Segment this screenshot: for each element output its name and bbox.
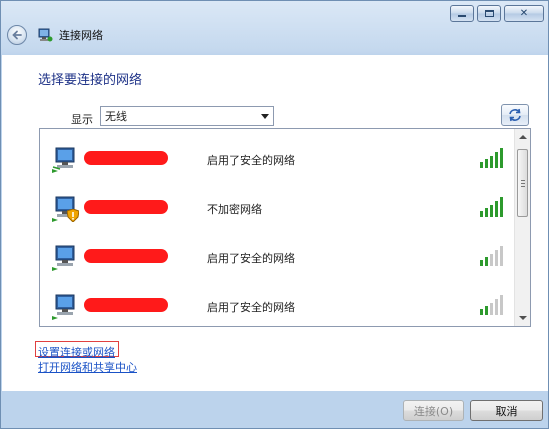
show-label: 显示 (71, 113, 93, 126)
cancel-button[interactable]: 取消 (470, 400, 543, 421)
network-security-status: 启用了安全的网络 (207, 252, 295, 265)
back-arrow-icon (12, 30, 22, 40)
page-heading: 选择要连接的网络 (38, 73, 143, 88)
network-name (84, 200, 168, 214)
maximize-button[interactable] (477, 5, 501, 22)
list-scrollbar[interactable] (514, 129, 530, 326)
setup-connection-link[interactable]: 设置连接或网络 (38, 344, 115, 360)
network-security-status: 启用了安全的网络 (207, 154, 295, 167)
navigation-row: 连接网络 (7, 25, 103, 45)
close-icon: ✕ (519, 8, 529, 19)
signal-strength-icon (480, 246, 503, 266)
connect-button[interactable]: 连接(O) (403, 400, 464, 421)
wireless-computer-icon (52, 294, 75, 320)
grip-line (521, 186, 525, 187)
network-security-status: 启用了安全的网络 (207, 301, 295, 314)
network-list: 启用了安全的网络 不加密网络 启用了安全的网络 启用了安全的网络 (39, 128, 531, 327)
network-type-value: 无线 (105, 110, 127, 123)
refresh-button[interactable] (501, 104, 529, 126)
maximize-icon (484, 10, 494, 17)
chevron-down-icon (261, 114, 269, 119)
scroll-down-icon[interactable] (519, 316, 527, 320)
network-name (84, 151, 168, 165)
connect-network-window: ✕ 连接网络 选择要连接的网络 显示 无线 启用了安全的网络 不加密网络 启用了… (0, 0, 549, 429)
network-row[interactable]: 启用了安全的网络 (40, 283, 515, 326)
network-name (84, 298, 168, 312)
network-row[interactable]: 不加密网络 (40, 185, 515, 235)
caption-buttons: ✕ (450, 5, 544, 22)
network-name (84, 249, 168, 263)
grip-line (521, 183, 525, 184)
content-panel: 选择要连接的网络 显示 无线 启用了安全的网络 不加密网络 启用了安全的网络 启… (2, 55, 548, 391)
scroll-up-icon[interactable] (519, 135, 527, 139)
minimize-icon (458, 15, 466, 17)
refresh-icon (509, 108, 521, 122)
signal-strength-icon (480, 295, 503, 315)
back-button[interactable] (7, 25, 27, 45)
wireless-computer-icon (52, 147, 75, 173)
scroll-thumb[interactable] (517, 149, 528, 217)
network-row[interactable]: 启用了安全的网络 (40, 136, 515, 186)
close-button[interactable]: ✕ (504, 5, 544, 22)
signal-strength-icon (480, 148, 503, 168)
grip-line (521, 180, 525, 181)
window-title: 连接网络 (59, 29, 103, 42)
shield-warning-icon (67, 209, 79, 222)
network-type-select[interactable]: 无线 (100, 106, 274, 126)
minimize-button[interactable] (450, 5, 474, 22)
network-sharing-center-link[interactable]: 打开网络和共享中心 (38, 359, 137, 375)
signal-strength-icon (480, 197, 503, 217)
network-security-status: 不加密网络 (207, 203, 262, 216)
network-icon (38, 28, 53, 42)
network-row[interactable]: 启用了安全的网络 (40, 234, 515, 284)
wireless-computer-icon (52, 245, 75, 271)
